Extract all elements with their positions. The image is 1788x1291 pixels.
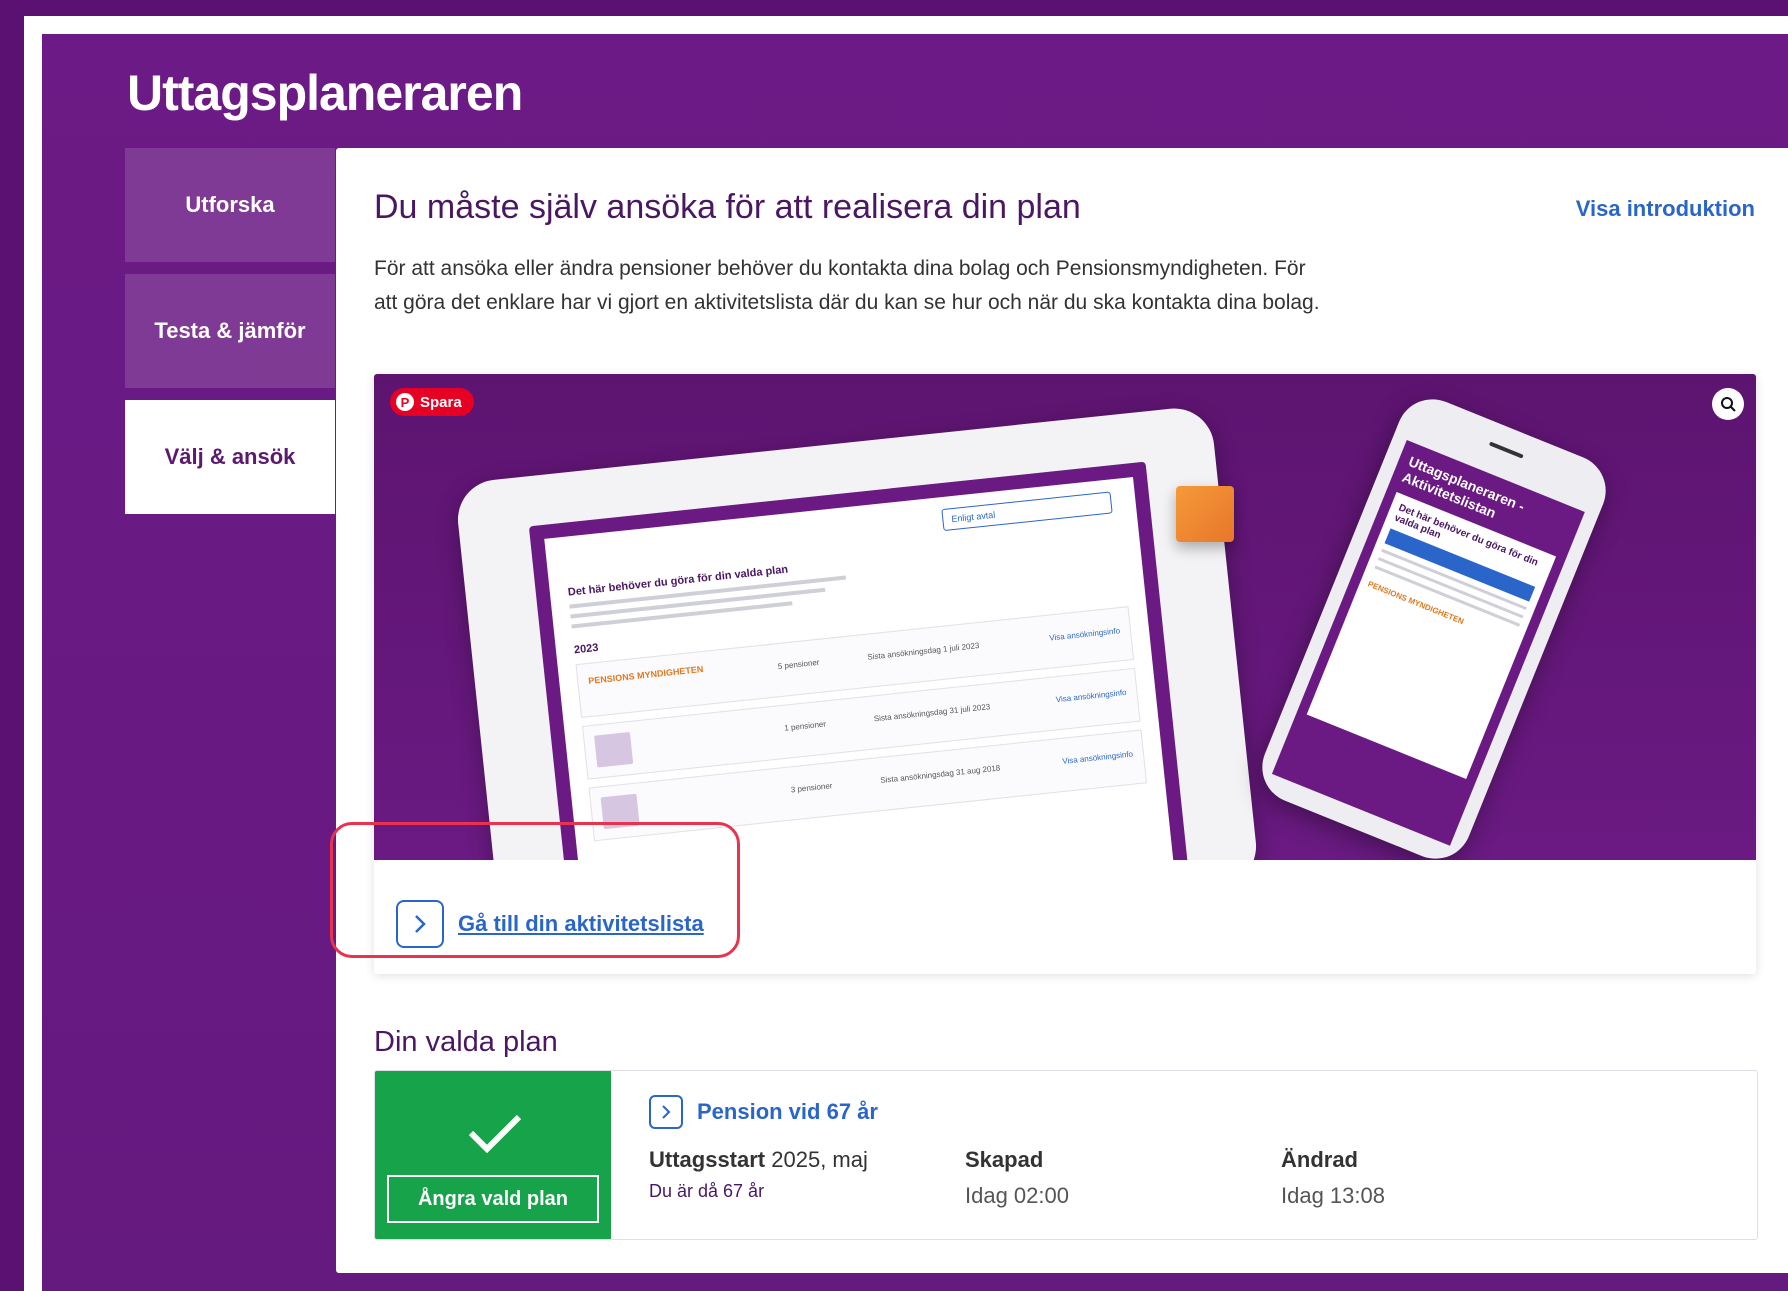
tablet-row-date: Sista ansökningsdag 1 juli 2023 <box>866 641 980 662</box>
changed-value: Idag 13:08 <box>1281 1183 1385 1208</box>
chevron-right-icon[interactable] <box>396 900 444 948</box>
show-introduction-link[interactable]: Visa introduktion <box>1576 196 1755 222</box>
save-label: Spara <box>420 393 462 411</box>
tablet-content: Enligt avtal Det här behöver du göra för… <box>544 476 1174 860</box>
step-tabs: Utforska Testa & jämför Välj & ansök <box>125 148 335 526</box>
created-value: Idag 02:00 <box>965 1183 1069 1208</box>
chevron-right-icon[interactable] <box>649 1095 683 1129</box>
tab-testa-jamfor[interactable]: Testa & jämför <box>125 274 335 388</box>
plan-created-column: Skapad Idag 02:00 <box>965 1147 1069 1209</box>
plan-link-row[interactable]: Pension vid 67 år <box>649 1095 878 1129</box>
image-placeholder-icon <box>600 793 640 830</box>
tablet-cta: Enligt avtal <box>941 491 1113 532</box>
pinterest-save-button[interactable]: P Spara <box>390 388 474 416</box>
app-stage: Uttagsplaneraren Utforska Testa & jämför… <box>42 34 1788 1291</box>
tab-label: Utforska <box>185 192 275 217</box>
start-sub: Du är då 67 år <box>649 1181 765 1201</box>
top-frame-strip <box>24 16 1788 34</box>
orange-cube-decoration <box>1176 486 1234 542</box>
activity-list-link[interactable]: Gå till din aktivitetslista <box>458 911 704 937</box>
tab-label: Testa & jämför <box>154 318 306 343</box>
tablet-row-count: 3 pensioner <box>790 781 833 795</box>
tablet-row-date: Sista ansökningsdag 31 aug 2018 <box>879 763 1001 786</box>
pensionsmyndigheten-logo: PENSIONS MYNDIGHETEN <box>587 663 704 687</box>
lens-icon[interactable] <box>1712 388 1744 420</box>
plan-changed-column: Ändrad Idag 13:08 <box>1281 1147 1385 1209</box>
tablet-row-link: Visa ansökningsinfo <box>1061 749 1134 766</box>
created-label: Skapad <box>965 1147 1044 1172</box>
tablet-row-count: 1 pensioner <box>783 719 827 733</box>
plan-link[interactable]: Pension vid 67 år <box>697 1099 878 1125</box>
hero-image: P Spara Enligt avtal Det här behöver du … <box>374 374 1756 860</box>
tab-label: Välj & ansök <box>164 444 296 469</box>
plan-status: Ångra vald plan <box>375 1071 611 1239</box>
tablet-heading: Det här behöver du göra för din valda pl… <box>567 563 789 599</box>
start-label: Uttagsstart <box>649 1147 766 1172</box>
app-title: Uttagsplaneraren <box>127 65 523 121</box>
phone-screen: Uttagsplaneraren - Aktivitetslistan Det … <box>1271 440 1585 846</box>
selected-plan-heading: Din valda plan <box>374 1026 558 1058</box>
phone-card: Det här behöver du göra för din valda pl… <box>1306 492 1557 779</box>
checkmark-icon <box>468 1114 522 1153</box>
page-heading: Du måste själv ansöka för att realisera … <box>374 188 1081 226</box>
intro-text: För att ansöka eller ändra pensioner beh… <box>374 257 1320 314</box>
changed-label: Ändrad <box>1281 1147 1358 1172</box>
image-placeholder-icon <box>594 731 634 768</box>
phone-mockup: Uttagsplaneraren - Aktivitetslistan Det … <box>1251 388 1617 860</box>
undo-plan-button[interactable]: Ångra vald plan <box>387 1175 599 1223</box>
tab-utforska[interactable]: Utforska <box>125 148 335 262</box>
tablet-row-link: Visa ansökningsinfo <box>1055 687 1127 705</box>
main-panel: Du måste själv ansöka för att realisera … <box>336 148 1788 1273</box>
activity-list-cta[interactable]: Gå till din aktivitetslista <box>396 900 704 948</box>
top-band <box>0 0 1788 16</box>
activity-card: P Spara Enligt avtal Det här behöver du … <box>374 374 1756 974</box>
plan-start-column: Uttagsstart 2025, maj Du är då 67 år <box>649 1147 868 1202</box>
tablet-screen: Enligt avtal Det här behöver du göra för… <box>528 461 1190 860</box>
tablet-row-count: 5 pensioner <box>777 657 820 672</box>
start-value: 2025, maj <box>771 1147 868 1172</box>
selected-plan-card: Ångra vald plan Pension vid 67 år Uttags… <box>374 1070 1758 1240</box>
pinterest-icon: P <box>396 393 414 411</box>
left-frame-strip <box>24 16 42 1291</box>
tablet-row-link: Visa ansökningsinfo <box>1048 626 1121 643</box>
tab-valj-ansok[interactable]: Välj & ansök <box>125 400 335 514</box>
phone-speaker <box>1488 441 1524 459</box>
tablet-row-date: Sista ansökningsdag 31 juli 2023 <box>873 702 991 724</box>
tablet-mockup: Enligt avtal Det här behöver du göra för… <box>454 404 1261 860</box>
